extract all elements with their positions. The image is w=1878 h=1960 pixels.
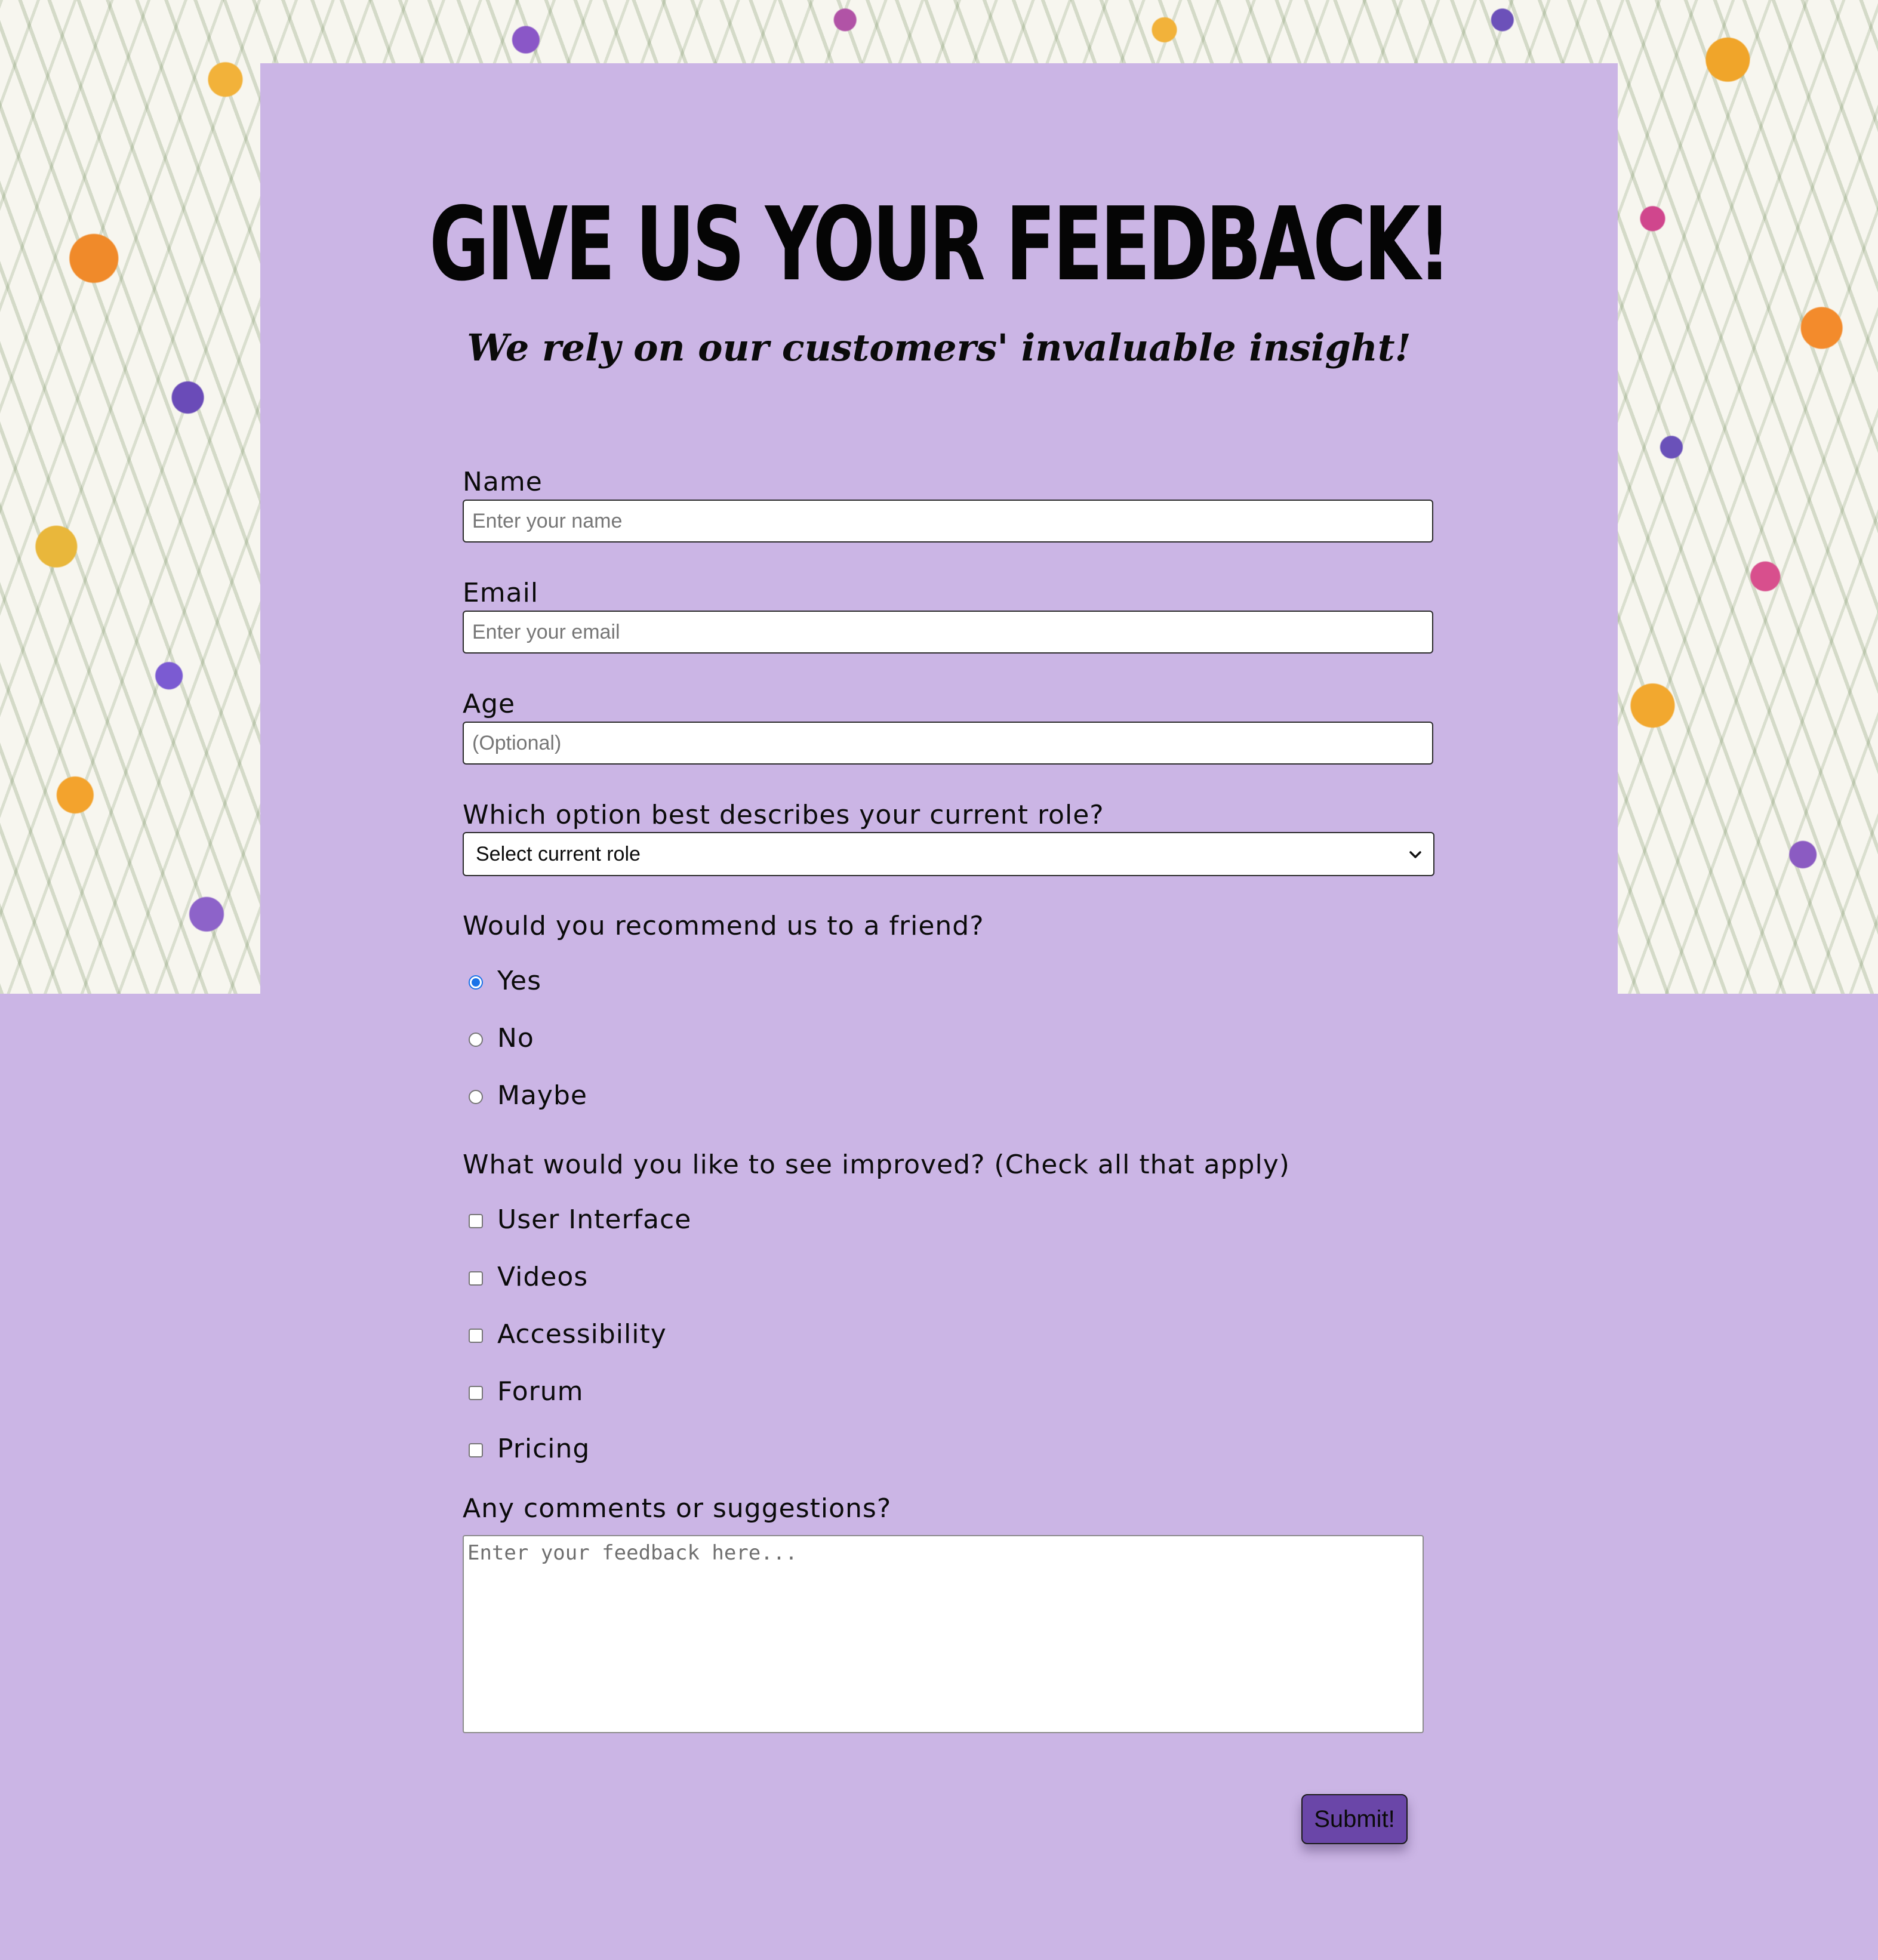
feedback-form: GIVE US YOUR FEEDBACK! We rely on our cu…: [0, 0, 1878, 1960]
option-label: Pricing: [497, 1434, 590, 1464]
recommend-option-no[interactable]: No: [463, 1023, 1179, 1059]
role-select-value: Select current role: [476, 843, 641, 865]
option-label: Maybe: [497, 1080, 587, 1111]
checkbox-user-interface[interactable]: [469, 1214, 483, 1228]
radio-yes[interactable]: [469, 975, 483, 990]
option-label: Yes: [497, 966, 542, 996]
radio-maybe[interactable]: [469, 1090, 483, 1104]
improve-option-user-interface[interactable]: User Interface: [463, 1204, 1179, 1240]
recommend-option-maybe[interactable]: Maybe: [463, 1080, 1179, 1116]
checkbox-videos[interactable]: [469, 1271, 483, 1286]
email-label: Email: [463, 578, 539, 608]
name-label: Name: [463, 467, 543, 497]
option-label: Forum: [497, 1376, 584, 1407]
role-select[interactable]: Select current role: [463, 832, 1434, 876]
email-input[interactable]: [463, 611, 1433, 654]
role-label: Which option best describes your current…: [463, 800, 1104, 830]
checkbox-forum[interactable]: [469, 1386, 483, 1400]
improve-question: What would you like to see improved? (Ch…: [463, 1150, 1290, 1180]
improve-option-accessibility[interactable]: Accessibility: [463, 1319, 1179, 1355]
comments-textarea[interactable]: [463, 1535, 1424, 1733]
checkbox-accessibility[interactable]: [469, 1329, 483, 1343]
age-input[interactable]: [463, 722, 1433, 765]
age-label: Age: [463, 689, 516, 719]
page-title: GIVE US YOUR FEEDBACK!: [429, 186, 1451, 304]
radio-no[interactable]: [469, 1033, 483, 1047]
chevron-down-icon: [1407, 846, 1424, 863]
page-subtitle: We rely on our customers' invaluable ins…: [467, 326, 1411, 369]
improve-option-pricing[interactable]: Pricing: [463, 1434, 1179, 1469]
checkbox-pricing[interactable]: [469, 1443, 483, 1457]
option-label: User Interface: [497, 1204, 692, 1235]
recommend-question: Would you recommend us to a friend?: [463, 911, 984, 941]
improve-option-videos[interactable]: Videos: [463, 1262, 1179, 1298]
name-input[interactable]: [463, 500, 1433, 543]
option-label: No: [497, 1023, 534, 1053]
option-label: Accessibility: [497, 1319, 667, 1349]
option-label: Videos: [497, 1262, 589, 1292]
submit-button[interactable]: Submit!: [1301, 1794, 1408, 1844]
comments-label: Any comments or suggestions?: [463, 1493, 892, 1524]
improve-option-forum[interactable]: Forum: [463, 1376, 1179, 1412]
recommend-option-yes[interactable]: Yes: [463, 966, 1179, 1001]
